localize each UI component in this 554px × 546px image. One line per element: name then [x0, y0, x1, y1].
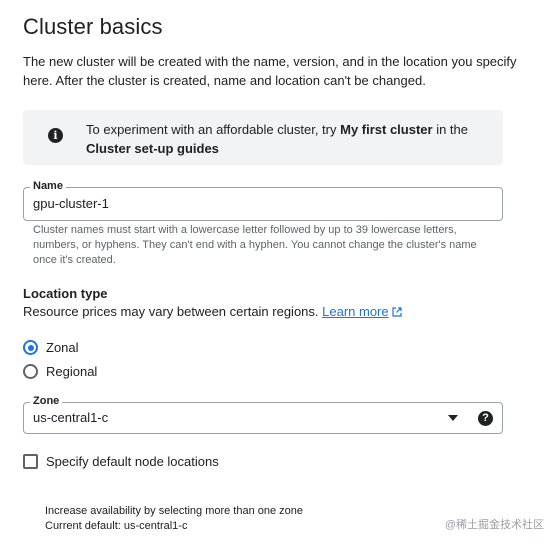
radio-zonal-label[interactable]: Zonal [46, 340, 79, 355]
node-locations-label[interactable]: Specify default node locations [46, 454, 219, 469]
info-middle: in the [432, 122, 469, 137]
radio-zonal-button[interactable] [23, 340, 38, 355]
watermark: @稀土掘金技术社区 [444, 519, 544, 531]
radio-regional-label[interactable]: Regional [46, 364, 97, 379]
location-type-desc-text: Resource prices may vary between certain… [23, 304, 323, 319]
note-line-1: Increase availability by selecting more … [45, 505, 304, 517]
my-first-cluster-link[interactable]: My first cluster [340, 122, 432, 137]
name-input[interactable]: gpu-cluster-1 [33, 196, 109, 211]
help-icon[interactable]: ? [478, 411, 493, 426]
name-helper-text: Cluster names must start with a lowercas… [33, 224, 477, 266]
info-prefix: To experiment with an affordable cluster… [86, 122, 341, 137]
location-type-heading: Location type [23, 286, 108, 301]
info-text: To experiment with an affordable cluster… [86, 120, 496, 158]
node-locations-checkbox[interactable] [23, 454, 38, 469]
info-icon: i [48, 128, 63, 143]
radio-zonal[interactable]: Zonal [23, 340, 79, 355]
location-type-description: Resource prices may vary between certain… [23, 304, 402, 319]
name-field[interactable]: Name gpu-cluster-1 [23, 179, 503, 221]
radio-regional[interactable]: Regional [23, 364, 97, 379]
info-banner: i To experiment with an affordable clust… [23, 110, 503, 165]
learn-more-label[interactable]: Learn more [322, 304, 388, 319]
dropdown-arrow-icon[interactable] [448, 415, 458, 421]
radio-regional-button[interactable] [23, 364, 38, 379]
zone-field-label: Zone [30, 394, 63, 408]
learn-more-link[interactable]: Learn more [322, 304, 402, 319]
setup-guides-link[interactable]: Cluster set-up guides [86, 141, 219, 156]
note-line-2: Current default: us-central1-c [45, 520, 188, 532]
external-link-icon[interactable] [392, 307, 402, 317]
name-field-label: Name [30, 179, 66, 193]
node-locations-note: Increase availability by selecting more … [45, 504, 303, 534]
zone-value[interactable]: us-central1-c [33, 410, 108, 425]
node-locations-checkbox-row[interactable]: Specify default node locations [23, 454, 219, 469]
intro-text: The new cluster will be created with the… [23, 54, 517, 88]
page-title: Cluster basics [23, 14, 163, 39]
zone-select[interactable]: Zone us-central1-c ? [23, 394, 503, 434]
